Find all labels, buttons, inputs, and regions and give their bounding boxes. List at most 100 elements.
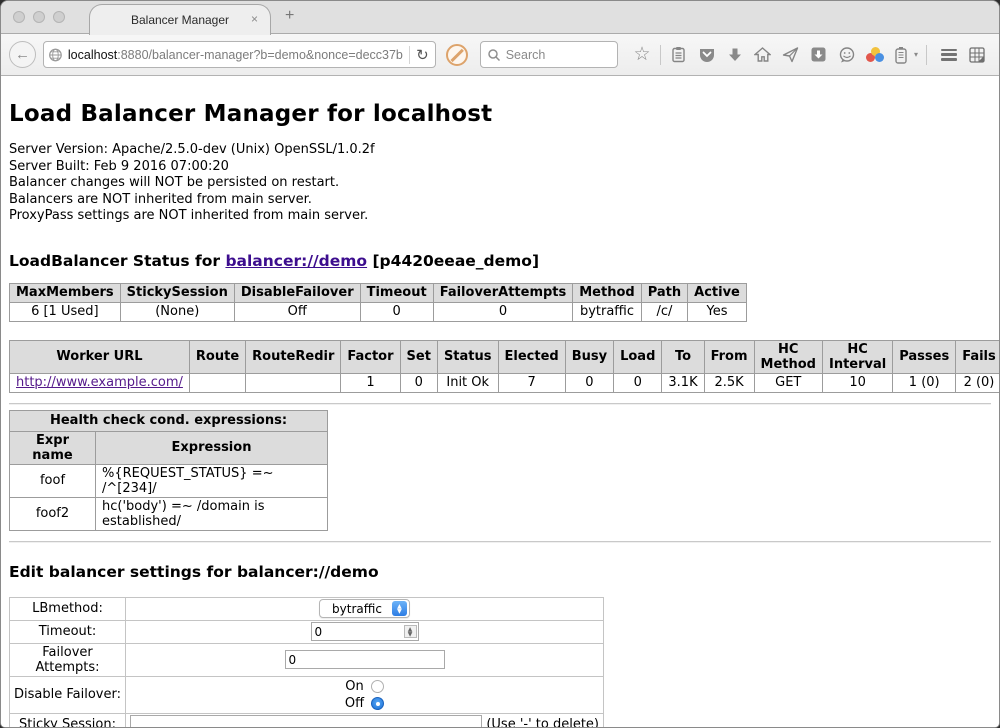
- back-button[interactable]: ←: [9, 41, 36, 68]
- battery-dropdown-icon[interactable]: ▾: [914, 50, 918, 59]
- val-factor: 1: [341, 373, 400, 392]
- bookmark-star-button[interactable]: ☆: [628, 41, 656, 69]
- search-input[interactable]: [506, 48, 606, 62]
- val-path: /c/: [641, 302, 687, 321]
- table-header-row: MaxMembers StickySession DisableFailover…: [10, 283, 747, 302]
- form-row-timeout: Timeout: ▲▼: [10, 620, 604, 643]
- url-bar[interactable]: localhost:8880/balancer-manager?b=demo&n…: [43, 41, 436, 68]
- save-page-button[interactable]: [805, 41, 833, 69]
- clipboard-icon: [670, 46, 687, 63]
- globe-icon: [48, 47, 63, 63]
- val-fails: 2 (0): [956, 373, 999, 392]
- search-icon: [487, 48, 501, 62]
- val-load: 0: [614, 373, 662, 392]
- col-busy: Busy: [565, 340, 613, 373]
- col-status: Status: [437, 340, 498, 373]
- server-version: Server Version: Apache/2.5.0-dev (Unix) …: [9, 142, 991, 159]
- val-to: 3.1K: [662, 373, 704, 392]
- disable-failover-off-radio[interactable]: [371, 697, 384, 710]
- disable-failover-on-radio[interactable]: [371, 680, 384, 693]
- search-bar[interactable]: [480, 41, 618, 68]
- val-method: bytraffic: [573, 302, 641, 321]
- number-spinner-icon[interactable]: ▲▼: [404, 625, 417, 638]
- val-expression: %{REQUEST_STATUS} =~ /^[234]/: [96, 464, 328, 497]
- sticky-session-note: (Use '-' to delete): [486, 717, 599, 727]
- pocket-button[interactable]: [693, 41, 721, 69]
- val-disablefailover: Off: [234, 302, 360, 321]
- col-hc-interval: HC Interval: [822, 340, 892, 373]
- timeout-input[interactable]: [311, 622, 419, 641]
- worker-table: Worker URL Route RouteRedir Factor Set S…: [9, 340, 999, 393]
- reading-list-button[interactable]: [665, 41, 693, 69]
- minimize-window-button[interactable]: [33, 11, 45, 23]
- notice-persist: Balancer changes will NOT be persisted o…: [9, 175, 991, 192]
- sticky-session-label: Sticky Session:: [10, 713, 126, 727]
- divider: [9, 541, 991, 543]
- val-hc-interval: 10: [822, 373, 892, 392]
- close-window-button[interactable]: [13, 11, 25, 23]
- tab-balancer-manager[interactable]: Balancer Manager ×: [89, 4, 271, 35]
- extension-colors-button[interactable]: [861, 41, 889, 69]
- col-disablefailover: DisableFailover: [234, 283, 360, 302]
- health-check-table: Health check cond. expressions: Expr nam…: [9, 410, 328, 531]
- col-factor: Factor: [341, 340, 400, 373]
- menu-button[interactable]: [935, 41, 963, 69]
- col-timeout: Timeout: [360, 283, 433, 302]
- navigation-toolbar: ← localhost:8880/balancer-manager?b=demo…: [1, 34, 999, 76]
- balancer-demo-link[interactable]: balancer://demo: [225, 252, 367, 270]
- select-stepper-icon: ▲▼: [392, 601, 407, 616]
- downloads-button[interactable]: [721, 41, 749, 69]
- status-heading-prefix: LoadBalancer Status for: [9, 252, 225, 270]
- failover-attempts-input[interactable]: [285, 650, 445, 669]
- battery-extension-button[interactable]: [889, 41, 913, 69]
- col-passes: Passes: [893, 340, 956, 373]
- status-heading: LoadBalancer Status for balancer://demo …: [9, 252, 991, 270]
- failover-attempts-label: Failover Attempts:: [10, 643, 126, 676]
- pocket-icon: [698, 46, 716, 64]
- lbmethod-select[interactable]: bytraffic ▲▼: [319, 599, 410, 618]
- col-fails: Fails: [956, 340, 999, 373]
- table-header-row: Worker URL Route RouteRedir Factor Set S…: [10, 340, 1000, 373]
- form-row-failover-attempts: Failover Attempts:: [10, 643, 604, 676]
- url-divider: [409, 46, 410, 64]
- val-elected: 7: [498, 373, 565, 392]
- page-title: Load Balancer Manager for localhost: [9, 101, 991, 127]
- col-from: From: [704, 340, 754, 373]
- worker-url-link[interactable]: http://www.example.com/: [16, 375, 183, 390]
- new-tab-button[interactable]: +: [285, 7, 294, 25]
- toolbar-icons: ☆: [628, 41, 991, 69]
- traffic-lights: [13, 11, 65, 23]
- health-table-title: Health check cond. expressions:: [10, 410, 328, 431]
- col-maxmembers: MaxMembers: [10, 283, 121, 302]
- col-routeredir: RouteRedir: [246, 340, 341, 373]
- zoom-window-button[interactable]: [53, 11, 65, 23]
- balancer-status-table: MaxMembers StickySession DisableFailover…: [9, 283, 747, 322]
- tab-title: Balancer Manager: [131, 13, 229, 27]
- val-status: Init Ok: [437, 373, 498, 392]
- page-content: Load Balancer Manager for localhost Serv…: [1, 76, 999, 727]
- val-maxmembers: 6 [1 Used]: [10, 302, 121, 321]
- content-blocked-icon[interactable]: [446, 44, 468, 66]
- col-failoverattempts: FailoverAttempts: [433, 283, 573, 302]
- notes-extension-button[interactable]: [963, 41, 991, 69]
- chat-button[interactable]: [833, 41, 861, 69]
- colored-dots-icon: [866, 47, 884, 63]
- hamburger-icon: [941, 49, 957, 61]
- col-expression: Expression: [96, 431, 328, 464]
- server-info: Server Version: Apache/2.5.0-dev (Unix) …: [9, 142, 991, 225]
- send-tab-button[interactable]: [777, 41, 805, 69]
- reload-button[interactable]: ↻: [416, 46, 429, 64]
- disable-failover-label: Disable Failover:: [10, 676, 126, 713]
- home-button[interactable]: [749, 41, 777, 69]
- home-icon: [754, 46, 771, 63]
- form-row-disable-failover: Disable Failover: On Off: [10, 676, 604, 713]
- col-stickysession: StickySession: [120, 283, 234, 302]
- tab-close-icon[interactable]: ×: [251, 12, 258, 26]
- sticky-session-input[interactable]: [130, 715, 482, 727]
- url-input[interactable]: localhost:8880/balancer-manager?b=demo&n…: [68, 48, 403, 62]
- timeout-label: Timeout:: [10, 620, 126, 643]
- grid-notes-icon: [968, 46, 986, 64]
- toolbar-separator-2: [926, 45, 927, 65]
- val-timeout: 0: [360, 302, 433, 321]
- edit-balancer-form: LBmethod: bytraffic ▲▼ Timeout: ▲▼: [9, 597, 604, 728]
